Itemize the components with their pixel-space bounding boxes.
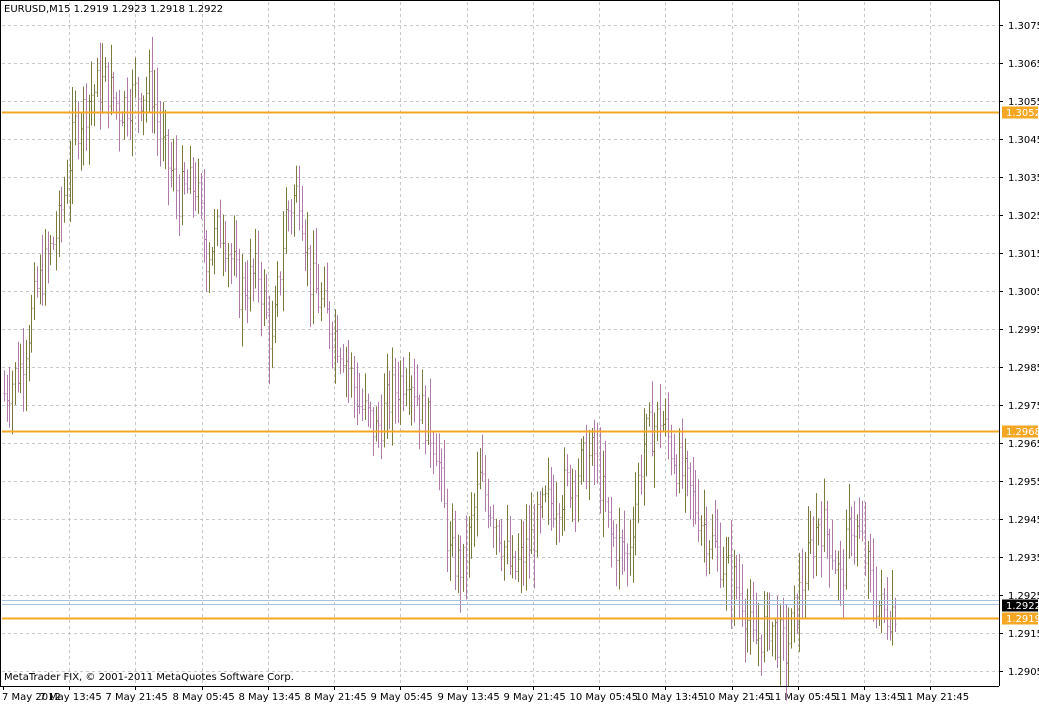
x-tick-label: 7 May 13:45: [40, 692, 102, 703]
y-tick-label: 1.3065: [1008, 59, 1039, 70]
y-tick-label: 1.2965: [1008, 439, 1039, 450]
y-tick-label: 1.3005: [1008, 287, 1039, 298]
y-tick-label: 1.2945: [1008, 515, 1039, 526]
y-tick-label: 1.3015: [1008, 249, 1039, 260]
y-tick-label: 1.2975: [1008, 401, 1039, 412]
x-tick-label: 9 May 21:45: [504, 692, 566, 703]
x-tick-label: 7 May 21:45: [106, 692, 168, 703]
y-tick-label: 1.2905: [1008, 667, 1039, 678]
y-tick-label: 1.2935: [1008, 553, 1039, 564]
level-price-label: 1.3052: [1006, 108, 1039, 119]
y-tick-label: 1.2955: [1008, 477, 1039, 488]
x-tick-label: 9 May 05:45: [371, 692, 433, 703]
level-price-label: 1.2968: [1006, 427, 1039, 438]
chart-info: EURUSD,M15 1.2919 1.2923 1.2918 1.2922: [4, 4, 223, 15]
x-tick-label: 10 May 21:45: [703, 692, 772, 703]
x-tick-label: 9 May 13:45: [438, 692, 500, 703]
chart-ohlc: 1.2919 1.2923 1.2918 1.2922: [73, 4, 224, 15]
x-tick-label: 10 May 13:45: [636, 692, 705, 703]
x-tick-label: 8 May 13:45: [239, 692, 301, 703]
x-tick-label: 8 May 05:45: [173, 692, 235, 703]
price-chart[interactable]: 1.3075 1.3065 1.3055 1.3045 1.3035 1.3025 1.30…: [0, 0, 1039, 705]
y-tick-label: 1.3035: [1008, 173, 1039, 184]
x-tick-label: 11 May 05:45: [769, 692, 838, 703]
level-price-label: 1.2919: [1006, 614, 1039, 625]
chart-canvas[interactable]: 1.3075 1.3065 1.3055 1.3045 1.3035 1.3025 1.30…: [0, 0, 1039, 705]
x-tick-label: 10 May 05:45: [570, 692, 639, 703]
chart-background: [0, 0, 1039, 705]
x-tick-label: 11 May 21:45: [901, 692, 970, 703]
y-tick-label: 1.3045: [1008, 135, 1039, 146]
y-tick-label: 1.2915: [1008, 629, 1039, 640]
x-tick-label: 11 May 13:45: [835, 692, 904, 703]
y-tick-label: 1.2995: [1008, 325, 1039, 336]
copyright-text: MetaTrader FIX, © 2001-2011 MetaQuotes S…: [4, 672, 294, 683]
current-price-label: 1.2922: [1006, 601, 1039, 612]
chart-symbol: EURUSD,M15: [4, 4, 71, 15]
y-tick-label: 1.3025: [1008, 211, 1039, 222]
y-tick-label: 1.2985: [1008, 363, 1039, 374]
y-tick-label: 1.3055: [1008, 97, 1039, 108]
y-tick-label: 1.3075: [1008, 21, 1039, 32]
x-tick-label: 8 May 21:45: [305, 692, 367, 703]
